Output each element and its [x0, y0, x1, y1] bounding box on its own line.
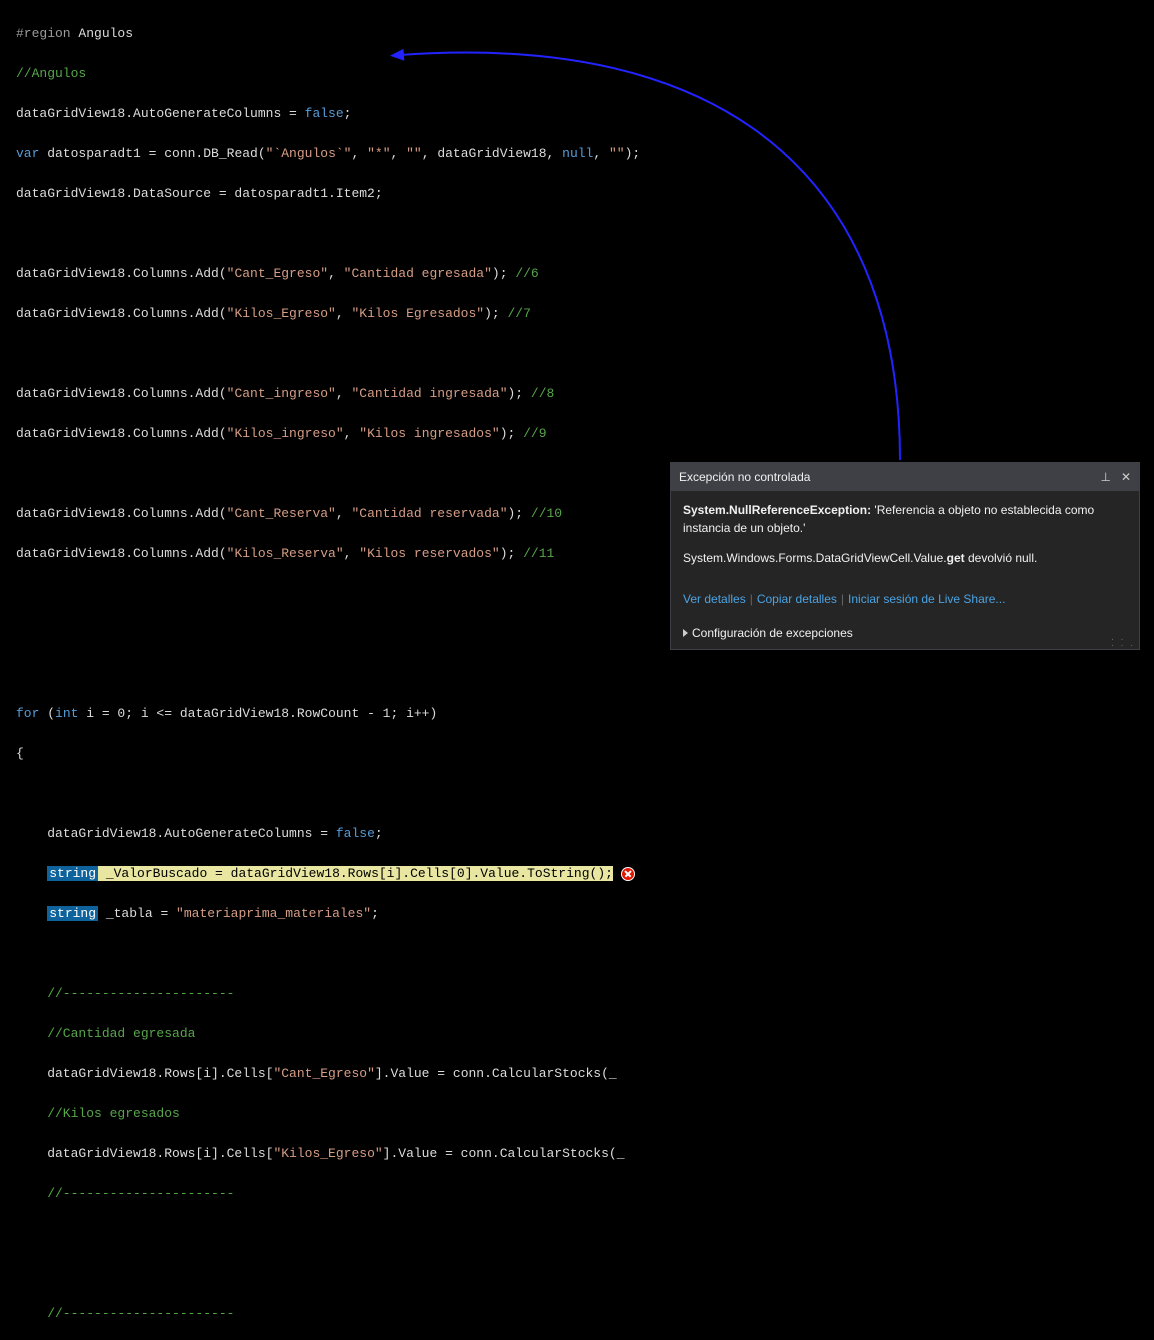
code-line: dataGridView18.Columns.Add("Kilos_ingres…: [16, 424, 1138, 444]
code-line-highlighted: string _ValorBuscado = dataGridView18.Ro…: [16, 864, 1138, 884]
resize-grip-icon[interactable]: . .. . .: [1111, 635, 1135, 647]
keyword-string: string: [47, 866, 98, 881]
pin-icon[interactable]: ⊥: [1100, 467, 1110, 487]
code-line: {: [16, 744, 1138, 764]
exception-statement: _ValorBuscado = dataGridView18.Rows[i].C…: [98, 866, 613, 881]
code-line: //----------------------: [16, 1184, 1138, 1204]
code-line: dataGridView18.Columns.Add("Cant_ingreso…: [16, 384, 1138, 404]
code-line: var datosparadt1 = conn.DB_Read("`Angulo…: [16, 144, 1138, 164]
code-line: //----------------------: [16, 984, 1138, 1004]
code-line: //Kilos egresados: [16, 1104, 1138, 1124]
code-line: for (int i = 0; i <= dataGridView18.RowC…: [16, 704, 1138, 724]
region-directive: #region: [16, 26, 71, 41]
exception-popup[interactable]: Excepción no controlada ⊥ ✕ System.NullR…: [670, 462, 1140, 650]
exception-title: Excepción no controlada: [679, 467, 810, 487]
code-line: [16, 224, 1138, 244]
exception-body: System.NullReferenceException: 'Referenc…: [671, 491, 1139, 589]
keyword-string: string: [47, 906, 98, 921]
code-line: string _tabla = "materiaprima_materiales…: [16, 904, 1138, 924]
code-line: [16, 784, 1138, 804]
live-share-link[interactable]: Iniciar sesión de Live Share...: [848, 592, 1005, 606]
code-line: dataGridView18.Rows[i].Cells["Cant_Egres…: [16, 1064, 1138, 1084]
chevron-right-icon: [683, 629, 688, 637]
code-line: #region Angulos: [16, 24, 1138, 44]
code-line: dataGridView18.Columns.Add("Cant_Egreso"…: [16, 264, 1138, 284]
exception-links: Ver detalles|Copiar detalles|Iniciar ses…: [671, 589, 1139, 617]
close-icon[interactable]: ✕: [1121, 467, 1131, 487]
code-line: //----------------------: [16, 1304, 1138, 1324]
exception-type: System.NullReferenceException:: [683, 503, 874, 517]
code-editor[interactable]: #region Angulos //Angulos dataGridView18…: [0, 0, 1154, 1340]
code-line: dataGridView18.AutoGenerateColumns = fal…: [16, 104, 1138, 124]
exception-header[interactable]: Excepción no controlada ⊥ ✕: [671, 463, 1139, 491]
copy-details-link[interactable]: Copiar detalles: [757, 592, 837, 606]
exception-settings[interactable]: Configuración de excepciones: [671, 617, 1139, 649]
code-line: dataGridView18.DataSource = datosparadt1…: [16, 184, 1138, 204]
code-line: dataGridView18.AutoGenerateColumns = fal…: [16, 824, 1138, 844]
code-line: [16, 664, 1138, 684]
code-line: dataGridView18.Rows[i].Cells["Kilos_Egre…: [16, 1144, 1138, 1164]
code-line: [16, 944, 1138, 964]
code-line: //Angulos: [16, 64, 1138, 84]
view-details-link[interactable]: Ver detalles: [683, 592, 746, 606]
code-line: [16, 1224, 1138, 1244]
code-line: dataGridView18.Columns.Add("Kilos_Egreso…: [16, 304, 1138, 324]
code-line: [16, 344, 1138, 364]
code-line: [16, 1264, 1138, 1284]
code-line: //Cantidad egresada: [16, 1024, 1138, 1044]
error-icon[interactable]: [621, 867, 635, 881]
